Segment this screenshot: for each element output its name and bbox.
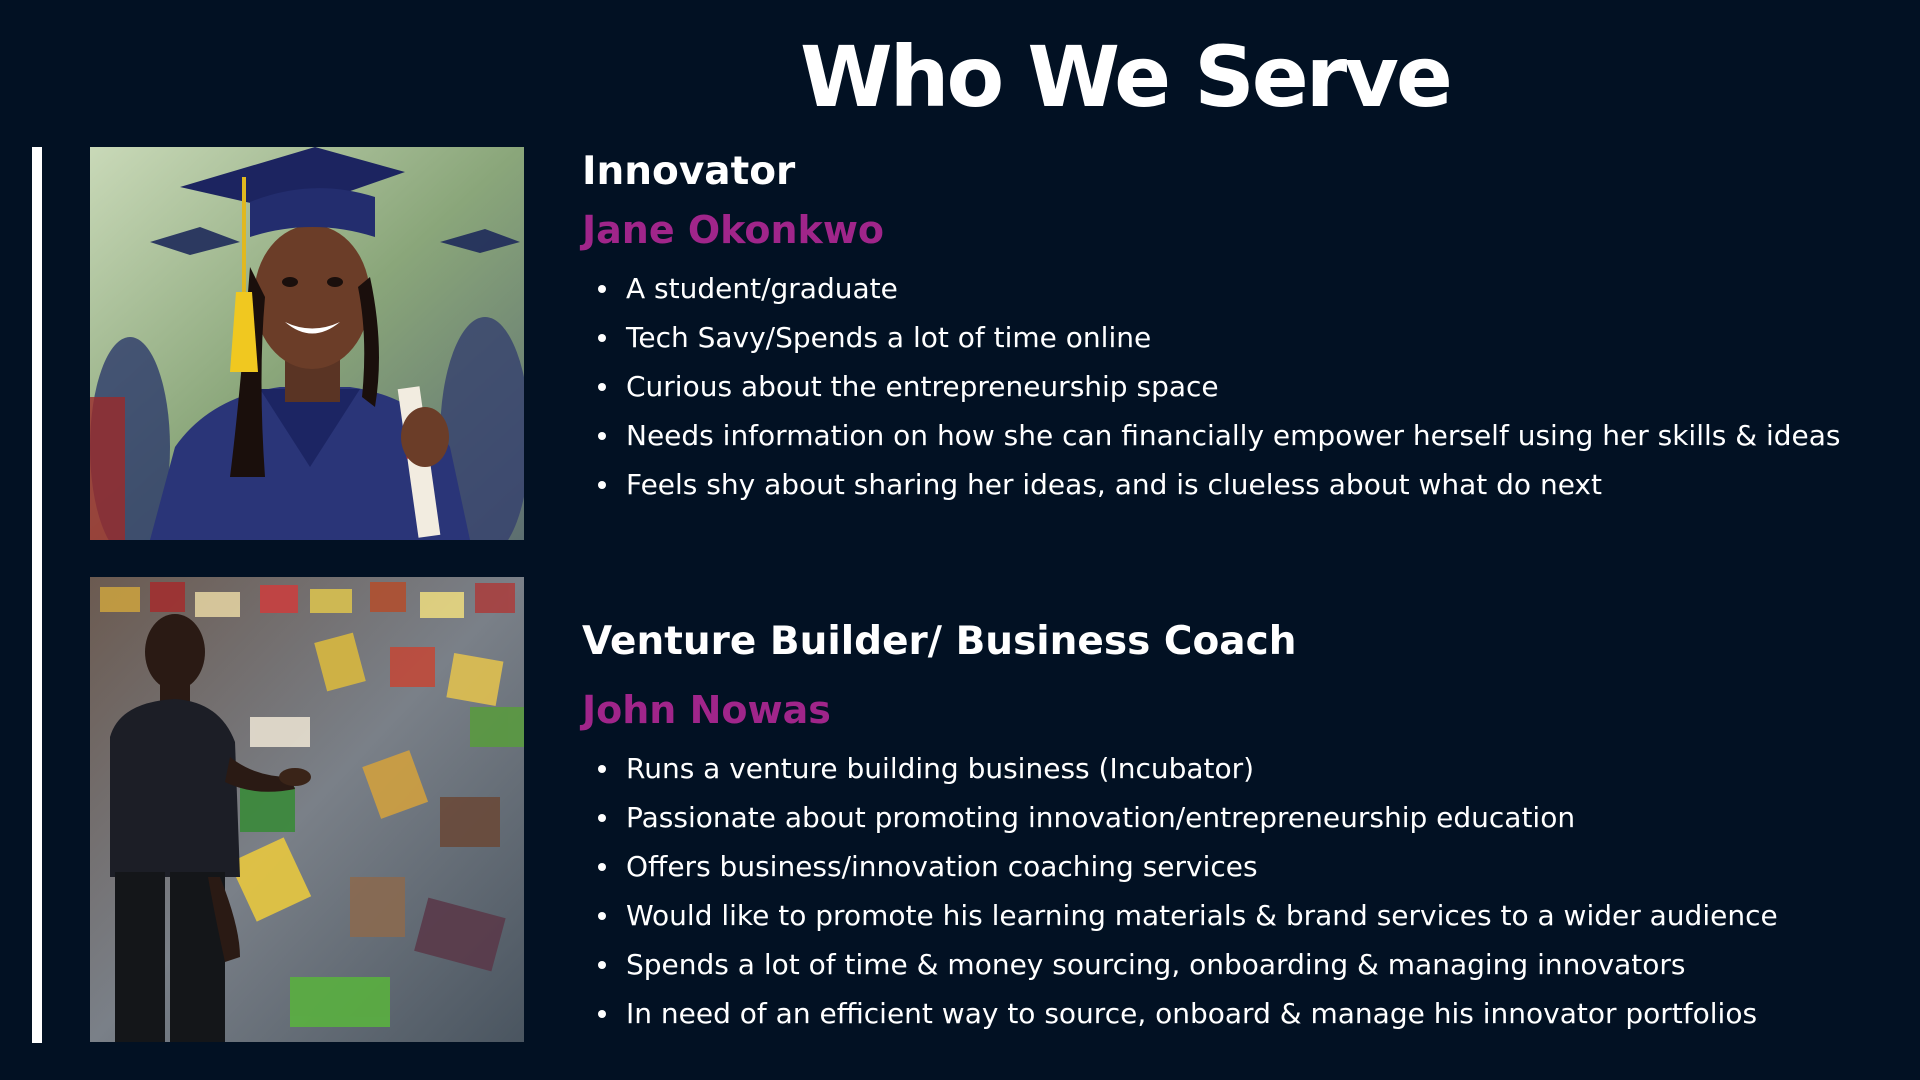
bullet-item: A student/graduate <box>582 264 1902 313</box>
persona-photo-innovator <box>90 147 524 540</box>
persona-section-innovator: Innovator Jane Okonkwo A student/graduat… <box>582 144 1902 509</box>
bullet-text: Needs information on how she can financi… <box>626 419 1841 452</box>
bullet-item: Runs a venture building business (Incuba… <box>582 744 1902 793</box>
bullet-dot-icon <box>598 1010 606 1018</box>
bullet-text: Runs a venture building business (Incuba… <box>626 752 1255 785</box>
bullet-text: A student/graduate <box>626 272 898 305</box>
bullet-text: Passionate about promoting innovation/en… <box>626 801 1576 834</box>
persona-role: Venture Builder/ Business Coach <box>582 619 1297 664</box>
bullet-text: Would like to promote his learning mater… <box>626 899 1778 932</box>
bullet-dot-icon <box>598 383 606 391</box>
persona-bullet-list: A student/graduate Tech Savy/Spends a lo… <box>582 264 1902 509</box>
persona-name: Jane Okonkwo <box>582 208 885 252</box>
bullet-dot-icon <box>598 863 606 871</box>
graduate-photo-icon <box>90 147 524 540</box>
bullet-dot-icon <box>598 912 606 920</box>
bullet-dot-icon <box>598 765 606 773</box>
bullet-item: Curious about the entrepreneurship space <box>582 362 1902 411</box>
accent-bar <box>32 147 42 1043</box>
speaker-photo-icon <box>90 577 524 1042</box>
bullet-dot-icon <box>598 334 606 342</box>
bullet-item: In need of an efficient way to source, o… <box>582 989 1902 1038</box>
bullet-text: Offers business/innovation coaching serv… <box>626 850 1258 883</box>
bullet-text: Tech Savy/Spends a lot of time online <box>626 321 1152 354</box>
bullet-item: Offers business/innovation coaching serv… <box>582 842 1902 891</box>
bullet-dot-icon <box>598 285 606 293</box>
bullet-item: Needs information on how she can financi… <box>582 411 1902 460</box>
bullet-item: Feels shy about sharing her ideas, and i… <box>582 460 1902 509</box>
persona-photo-venture-builder <box>90 577 524 1042</box>
bullet-item: Tech Savy/Spends a lot of time online <box>582 313 1902 362</box>
bullet-text: Feels shy about sharing her ideas, and i… <box>626 468 1602 501</box>
bullet-item: Spends a lot of time & money sourcing, o… <box>582 940 1902 989</box>
persona-bullet-list: Runs a venture building business (Incuba… <box>582 744 1902 1038</box>
persona-role: Innovator <box>582 149 796 194</box>
bullet-dot-icon <box>598 961 606 969</box>
bullet-dot-icon <box>598 432 606 440</box>
bullet-text: Spends a lot of time & money sourcing, o… <box>626 948 1686 981</box>
bullet-dot-icon <box>598 481 606 489</box>
bullet-item: Would like to promote his learning mater… <box>582 891 1902 940</box>
bullet-dot-icon <box>598 814 606 822</box>
persona-section-venture-builder: Venture Builder/ Business Coach John Now… <box>582 614 1902 1038</box>
bullet-text: Curious about the entrepreneurship space <box>626 370 1219 403</box>
bullet-item: Passionate about promoting innovation/en… <box>582 793 1902 842</box>
bullet-text: In need of an efficient way to source, o… <box>626 997 1758 1030</box>
slide-title: Who We Serve <box>800 28 1453 126</box>
persona-name: John Nowas <box>582 688 831 732</box>
